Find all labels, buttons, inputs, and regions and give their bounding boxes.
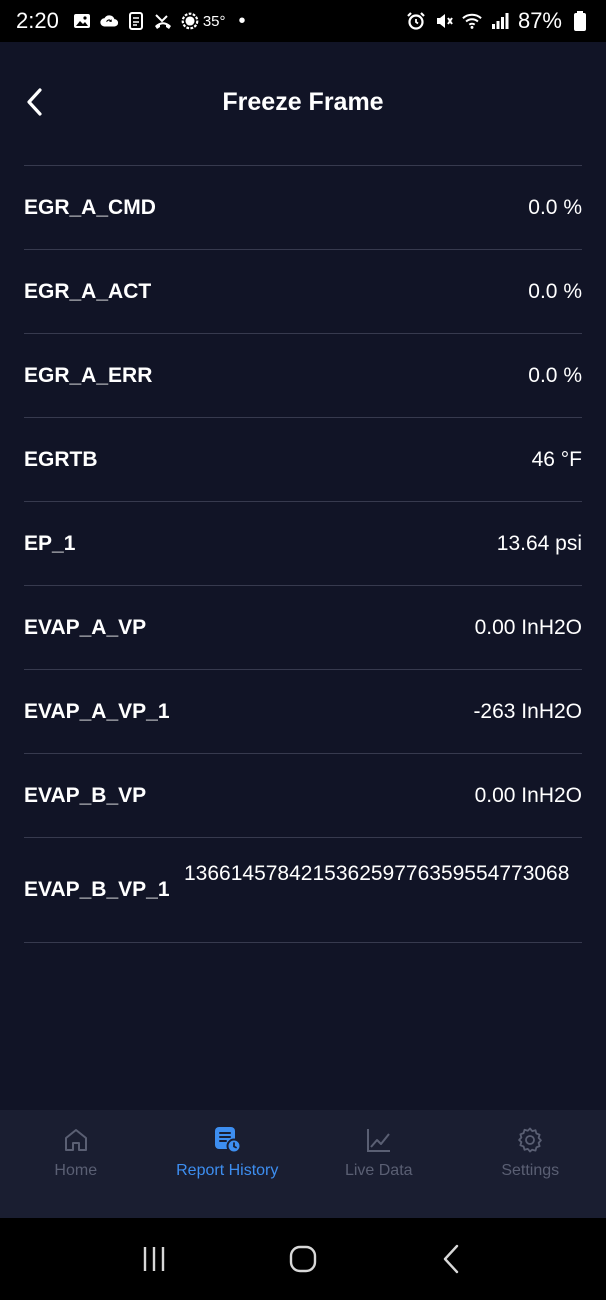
- nav-label: Home: [54, 1162, 98, 1179]
- system-back-button[interactable]: [422, 1229, 482, 1289]
- parameter-label: EGR_A_ERR: [24, 363, 153, 387]
- header: Freeze Frame: [0, 42, 606, 164]
- mute-icon: [434, 11, 454, 31]
- nav-item-report-history[interactable]: Report History: [152, 1110, 304, 1218]
- parameter-label: EVAP_A_VP: [24, 615, 147, 639]
- parameter-value: 0.0 %: [528, 363, 582, 387]
- system-navigation-bar: [0, 1218, 606, 1300]
- weather-icon: [180, 11, 200, 31]
- list-item: EGRTB 46 °F: [24, 418, 582, 502]
- status-time: 2:20: [16, 8, 59, 33]
- status-left: 2:20 35° •: [16, 8, 246, 34]
- list-item: EP_1 13.64 psi: [24, 502, 582, 586]
- parameter-value: 0.00 InH2O: [474, 783, 582, 807]
- list-item: EVAP_B_VP 0.00 InH2O: [24, 754, 582, 838]
- home-icon: [62, 1126, 90, 1154]
- bottom-navigation: Home Report History Live Data Settings: [0, 1110, 606, 1218]
- home-system-button[interactable]: [273, 1229, 333, 1289]
- signal-icon: [490, 11, 510, 31]
- page-title: Freeze Frame: [222, 88, 384, 116]
- list-item: EGR_A_ACT 0.0 %: [24, 250, 582, 334]
- wifi-icon: [462, 11, 482, 31]
- gallery-icon: [72, 11, 92, 31]
- line-chart-icon: [365, 1126, 393, 1154]
- list-item: EGR_A_CMD 0.0 %: [24, 166, 582, 250]
- parameter-label: EGR_A_ACT: [24, 279, 152, 303]
- nav-item-settings[interactable]: Settings: [455, 1110, 606, 1218]
- report-history-icon: [213, 1126, 242, 1154]
- parameter-value: 136614578421536259776359554773068: [184, 862, 570, 885]
- parameter-value: 0.00 InH2O: [474, 615, 582, 639]
- document-icon: [126, 11, 146, 31]
- nav-item-home[interactable]: Home: [0, 1110, 152, 1218]
- status-right: 87%: [406, 8, 590, 34]
- parameter-label: EGR_A_CMD: [24, 195, 156, 219]
- list-item: EVAP_A_VP 0.00 InH2O: [24, 586, 582, 670]
- status-temperature: 35°: [202, 12, 226, 30]
- parameter-value: 0.0 %: [528, 195, 582, 219]
- list-item: EVAP_B_VP_1 1366145784215362597763595547…: [24, 838, 582, 943]
- home-circle-icon: [289, 1245, 317, 1273]
- nav-label: Live Data: [344, 1162, 413, 1179]
- gear-icon: [516, 1126, 544, 1154]
- freeze-frame-list: EGR_A_CMD 0.0 % EGR_A_ACT 0.0 % EGR_A_ER…: [24, 165, 582, 943]
- parameter-label: EVAP_B_VP: [24, 783, 147, 807]
- alarm-icon: [406, 11, 426, 31]
- battery-percentage: 87%: [517, 8, 562, 33]
- app-screen: Freeze Frame EGR_A_CMD 0.0 % EGR_A_ACT 0…: [0, 42, 606, 1110]
- parameter-value: 0.0 %: [528, 279, 582, 303]
- parameter-value: 46 °F: [531, 447, 582, 471]
- missed-call-icon: [153, 11, 173, 31]
- nav-label: Report History: [176, 1162, 279, 1179]
- parameter-label: EVAP_A_VP_1: [24, 699, 170, 723]
- nav-label: Settings: [501, 1162, 560, 1179]
- back-icon: [443, 1244, 458, 1274]
- status-bar: 2:20 35° • 87%: [0, 0, 606, 42]
- parameter-label: EP_1: [24, 531, 76, 555]
- nav-item-live-data[interactable]: Live Data: [303, 1110, 455, 1218]
- cloud-sync-icon: [99, 11, 119, 31]
- status-dot: •: [238, 9, 246, 32]
- parameter-value: -263 InH2O: [473, 699, 582, 723]
- parameter-value: 13.64 psi: [496, 531, 582, 555]
- list-item: EGR_A_ERR 0.0 %: [24, 334, 582, 418]
- parameter-label: EVAP_B_VP_1: [24, 878, 170, 901]
- recent-apps-button[interactable]: [124, 1229, 184, 1289]
- parameter-label: EGRTB: [24, 447, 98, 471]
- battery-icon: [570, 11, 590, 31]
- recent-apps-icon: [144, 1247, 165, 1271]
- list-item: EVAP_A_VP_1 -263 InH2O: [24, 670, 582, 754]
